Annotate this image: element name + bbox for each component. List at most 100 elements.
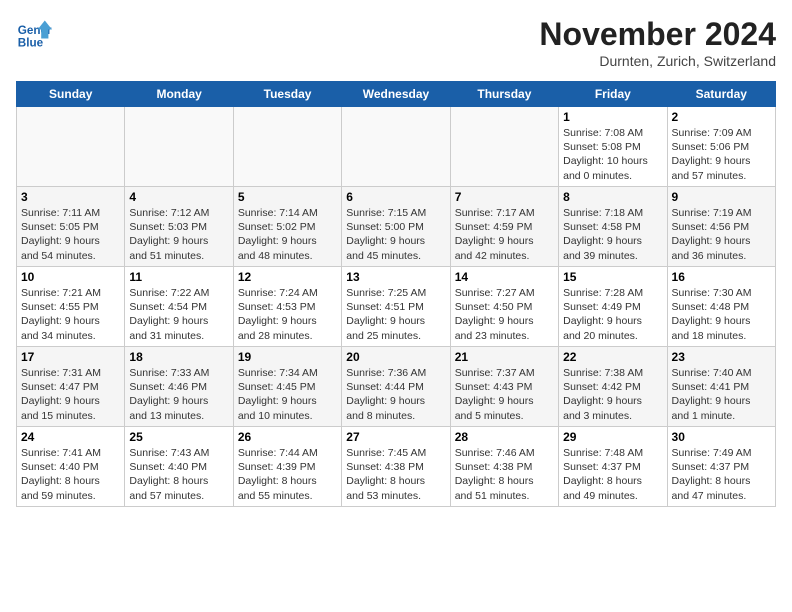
calendar-cell: 21 Sunrise: 7:37 AM Sunset: 4:43 PM Dayli… [450,347,558,427]
day-info: Sunrise: 7:40 AM Sunset: 4:41 PM Dayligh… [672,366,771,423]
day-number: 1 [563,110,662,124]
day-info: Sunrise: 7:45 AM Sunset: 4:38 PM Dayligh… [346,446,445,503]
page-header: General Blue November 2024 Durnten, Zuri… [16,16,776,69]
calendar-cell: 19Sunrise: 7:34 AM Sunset: 4:45 PM Dayli… [233,347,341,427]
day-number: 20 [346,350,445,364]
calendar-cell: 8Sunrise: 7:18 AM Sunset: 4:58 PM Daylig… [559,187,667,267]
day-number: 15 [563,270,662,284]
day-info: Sunrise: 7:28 AM Sunset: 4:49 PM Dayligh… [563,286,662,343]
day-info: Sunrise: 7:24 AM Sunset: 4:53 PM Dayligh… [238,286,337,343]
day-number: 19 [238,350,337,364]
day-info: Sunrise: 7:31 AM Sunset: 4:47 PM Dayligh… [21,366,120,423]
calendar-week-1: 1Sunrise: 7:08 AM Sunset: 5:08 PM Daylig… [17,107,776,187]
calendar-cell: 25 Sunrise: 7:43 AM Sunset: 4:40 PM Dayli… [125,427,233,507]
day-number: 30 [672,430,771,444]
day-number: 13 [346,270,445,284]
day-info: Sunrise: 7:33 AM Sunset: 4:46 PM Dayligh… [129,366,228,423]
calendar-cell: 5Sunrise: 7:14 AM Sunset: 5:02 PM Daylig… [233,187,341,267]
day-number: 25 [129,430,228,444]
day-number: 21 [455,350,554,364]
calendar-cell: 11 Sunrise: 7:22 AM Sunset: 4:54 PM Dayli… [125,267,233,347]
month-title: November 2024 [539,16,776,53]
calendar-cell: 7Sunrise: 7:17 AM Sunset: 4:59 PM Daylig… [450,187,558,267]
calendar-cell: 12 Sunrise: 7:24 AM Sunset: 4:53 PM Dayli… [233,267,341,347]
day-number: 23 [672,350,771,364]
day-info: Sunrise: 7:11 AM Sunset: 5:05 PM Dayligh… [21,206,120,263]
day-number: 11 [129,270,228,284]
day-info: Sunrise: 7:49 AM Sunset: 4:37 PM Dayligh… [672,446,771,503]
day-number: 28 [455,430,554,444]
day-info: Sunrise: 7:22 AM Sunset: 4:54 PM Dayligh… [129,286,228,343]
day-number: 17 [21,350,120,364]
day-info: Sunrise: 7:25 AM Sunset: 4:51 PM Dayligh… [346,286,445,343]
calendar-week-2: 3 Sunrise: 7:11 AM Sunset: 5:05 PM Daylig… [17,187,776,267]
calendar-cell: 29 Sunrise: 7:48 AM Sunset: 4:37 PM Dayli… [559,427,667,507]
day-number: 8 [563,190,662,204]
calendar-cell: 17 Sunrise: 7:31 AM Sunset: 4:47 PM Dayli… [17,347,125,427]
weekday-header-tuesday: Tuesday [233,82,341,107]
weekday-header-row: SundayMondayTuesdayWednesdayThursdayFrid… [17,82,776,107]
location-subtitle: Durnten, Zurich, Switzerland [539,53,776,69]
calendar-cell: 16 Sunrise: 7:30 AM Sunset: 4:48 PM Dayli… [667,267,775,347]
day-info: Sunrise: 7:38 AM Sunset: 4:42 PM Dayligh… [563,366,662,423]
day-info: Sunrise: 7:36 AM Sunset: 4:44 PM Dayligh… [346,366,445,423]
logo: General Blue [16,16,52,52]
calendar-cell: 22 Sunrise: 7:38 AM Sunset: 4:42 PM Dayli… [559,347,667,427]
logo-icon: General Blue [16,16,52,52]
calendar-cell: 14 Sunrise: 7:27 AM Sunset: 4:50 PM Dayli… [450,267,558,347]
weekday-header-wednesday: Wednesday [342,82,450,107]
day-info: Sunrise: 7:09 AM Sunset: 5:06 PM Dayligh… [672,126,771,183]
day-number: 7 [455,190,554,204]
day-number: 9 [672,190,771,204]
calendar-table: SundayMondayTuesdayWednesdayThursdayFrid… [16,81,776,507]
day-info: Sunrise: 7:30 AM Sunset: 4:48 PM Dayligh… [672,286,771,343]
day-info: Sunrise: 7:43 AM Sunset: 4:40 PM Dayligh… [129,446,228,503]
calendar-cell: 3 Sunrise: 7:11 AM Sunset: 5:05 PM Daylig… [17,187,125,267]
calendar-cell: 28 Sunrise: 7:46 AM Sunset: 4:38 PM Dayli… [450,427,558,507]
day-info: Sunrise: 7:44 AM Sunset: 4:39 PM Dayligh… [238,446,337,503]
calendar-cell [125,107,233,187]
calendar-cell: 18 Sunrise: 7:33 AM Sunset: 4:46 PM Dayli… [125,347,233,427]
day-info: Sunrise: 7:19 AM Sunset: 4:56 PM Dayligh… [672,206,771,263]
calendar-cell [450,107,558,187]
day-number: 18 [129,350,228,364]
calendar-cell: 13 Sunrise: 7:25 AM Sunset: 4:51 PM Dayli… [342,267,450,347]
day-info: Sunrise: 7:46 AM Sunset: 4:38 PM Dayligh… [455,446,554,503]
calendar-cell: 2Sunrise: 7:09 AM Sunset: 5:06 PM Daylig… [667,107,775,187]
calendar-cell: 24 Sunrise: 7:41 AM Sunset: 4:40 PM Dayli… [17,427,125,507]
calendar-cell: 1Sunrise: 7:08 AM Sunset: 5:08 PM Daylig… [559,107,667,187]
day-info: Sunrise: 7:12 AM Sunset: 5:03 PM Dayligh… [129,206,228,263]
day-number: 5 [238,190,337,204]
calendar-cell: 20 Sunrise: 7:36 AM Sunset: 4:44 PM Dayli… [342,347,450,427]
weekday-header-sunday: Sunday [17,82,125,107]
calendar-cell: 30 Sunrise: 7:49 AM Sunset: 4:37 PM Dayli… [667,427,775,507]
weekday-header-thursday: Thursday [450,82,558,107]
day-info: Sunrise: 7:48 AM Sunset: 4:37 PM Dayligh… [563,446,662,503]
day-number: 3 [21,190,120,204]
calendar-week-4: 17 Sunrise: 7:31 AM Sunset: 4:47 PM Dayli… [17,347,776,427]
calendar-cell [342,107,450,187]
weekday-header-friday: Friday [559,82,667,107]
day-info: Sunrise: 7:15 AM Sunset: 5:00 PM Dayligh… [346,206,445,263]
day-info: Sunrise: 7:37 AM Sunset: 4:43 PM Dayligh… [455,366,554,423]
day-number: 22 [563,350,662,364]
day-number: 10 [21,270,120,284]
calendar-cell: 23 Sunrise: 7:40 AM Sunset: 4:41 PM Dayli… [667,347,775,427]
calendar-week-3: 10Sunrise: 7:21 AM Sunset: 4:55 PM Dayli… [17,267,776,347]
calendar-cell: 26Sunrise: 7:44 AM Sunset: 4:39 PM Dayli… [233,427,341,507]
calendar-cell: 27Sunrise: 7:45 AM Sunset: 4:38 PM Dayli… [342,427,450,507]
title-block: November 2024 Durnten, Zurich, Switzerla… [539,16,776,69]
weekday-header-monday: Monday [125,82,233,107]
day-number: 12 [238,270,337,284]
day-number: 29 [563,430,662,444]
calendar-cell: 15 Sunrise: 7:28 AM Sunset: 4:49 PM Dayli… [559,267,667,347]
day-info: Sunrise: 7:27 AM Sunset: 4:50 PM Dayligh… [455,286,554,343]
day-info: Sunrise: 7:41 AM Sunset: 4:40 PM Dayligh… [21,446,120,503]
day-number: 14 [455,270,554,284]
weekday-header-saturday: Saturday [667,82,775,107]
day-number: 16 [672,270,771,284]
calendar-cell: 6Sunrise: 7:15 AM Sunset: 5:00 PM Daylig… [342,187,450,267]
day-number: 4 [129,190,228,204]
calendar-cell [233,107,341,187]
day-number: 24 [21,430,120,444]
